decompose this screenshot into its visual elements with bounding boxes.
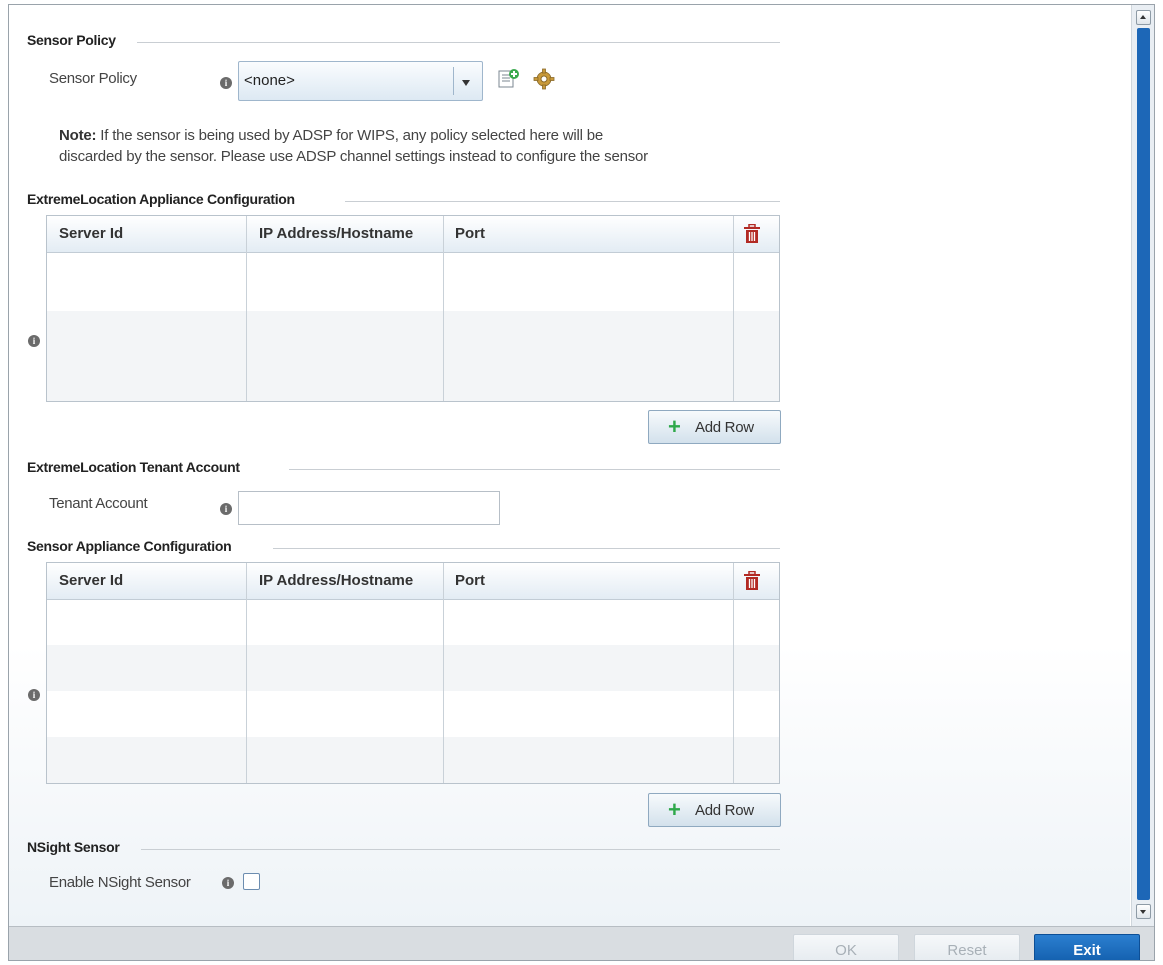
trash-icon[interactable] (743, 571, 761, 591)
config-panel: Sensor Policy Sensor Policy i <none> Not… (8, 4, 1155, 961)
table-row[interactable] (47, 311, 779, 356)
plus-icon: + (668, 797, 681, 822)
section-title-tenant-account: ExtremeLocation Tenant Account (27, 459, 240, 475)
trash-icon[interactable] (743, 224, 761, 244)
info-icon: i (220, 503, 232, 515)
gear-icon[interactable] (533, 68, 555, 90)
info-icon: i (220, 77, 232, 89)
sensor-appliance-server-table: Server Id IP Address/Hostname Port (46, 562, 780, 784)
column-divider (733, 563, 734, 783)
column-divider (443, 216, 444, 401)
column-header-port[interactable]: Port (443, 563, 733, 599)
table-row[interactable] (47, 356, 779, 401)
column-header-ip-address[interactable]: IP Address/Hostname (247, 563, 443, 599)
info-icon: i (28, 689, 40, 701)
table-header: Server Id IP Address/Hostname Port (47, 216, 779, 253)
table-row[interactable] (47, 253, 779, 311)
section-divider (289, 469, 780, 470)
column-header-port[interactable]: Port (443, 216, 733, 252)
select-divider (453, 67, 454, 95)
column-header-server-id[interactable]: Server Id (47, 563, 246, 599)
note-prefix: Note: (59, 127, 97, 144)
sensor-policy-label: Sensor Policy (49, 70, 137, 87)
column-divider (246, 216, 247, 401)
column-divider (733, 216, 734, 401)
reset-button[interactable]: Reset (914, 934, 1020, 960)
add-row-button[interactable]: + Add Row (648, 410, 781, 444)
note-line-2: discarded by the sensor. Please use ADSP… (59, 148, 648, 165)
info-icon: i (28, 335, 40, 347)
info-icon: i (222, 877, 234, 889)
section-title-extremelocation-config: ExtremeLocation Appliance Configuration (27, 191, 295, 207)
table-header: Server Id IP Address/Hostname Port (47, 563, 779, 600)
section-title-sensor-appliance-config: Sensor Appliance Configuration (27, 538, 232, 554)
add-row-button[interactable]: + Add Row (648, 793, 781, 827)
extremelocation-server-table: Server Id IP Address/Hostname Port (46, 215, 780, 402)
column-header-server-id[interactable]: Server Id (47, 216, 246, 252)
scrollbar-thumb[interactable] (1137, 28, 1150, 900)
section-divider (345, 201, 780, 202)
section-title-sensor-policy: Sensor Policy (27, 32, 116, 48)
table-row[interactable] (47, 645, 779, 691)
sensor-policy-selected-value: <none> (244, 72, 295, 89)
content-area: Sensor Policy Sensor Policy i <none> Not… (9, 5, 1130, 926)
section-title-nsight-sensor: NSight Sensor (27, 839, 120, 855)
enable-nsight-checkbox[interactable] (243, 873, 260, 890)
column-divider (246, 563, 247, 783)
column-divider (443, 563, 444, 783)
section-divider (137, 42, 780, 43)
ok-button[interactable]: OK (793, 934, 899, 960)
table-row[interactable] (47, 600, 779, 645)
column-header-ip-address[interactable]: IP Address/Hostname (247, 216, 443, 252)
chevron-down-icon[interactable] (462, 80, 470, 86)
sensor-note: Note: If the sensor is being used by ADS… (59, 125, 648, 167)
footer-bar: OK Reset Exit (9, 926, 1154, 960)
create-policy-icon[interactable] (498, 68, 520, 90)
table-row[interactable] (47, 691, 779, 737)
tenant-account-label: Tenant Account (49, 495, 148, 512)
exit-button[interactable]: Exit (1034, 934, 1140, 960)
sensor-policy-select[interactable]: <none> (238, 61, 483, 101)
add-row-label: Add Row (695, 802, 754, 819)
add-row-label: Add Row (695, 419, 754, 436)
section-divider (273, 548, 780, 549)
enable-nsight-label: Enable NSight Sensor (49, 874, 191, 891)
vertical-scrollbar[interactable] (1131, 5, 1154, 926)
note-line-1: If the sensor is being used by ADSP for … (96, 127, 604, 144)
plus-icon: + (668, 414, 681, 439)
table-row[interactable] (47, 737, 779, 783)
scroll-down-button[interactable] (1136, 904, 1151, 919)
tenant-account-input[interactable] (238, 491, 500, 525)
scroll-up-button[interactable] (1136, 10, 1151, 25)
section-divider (141, 849, 780, 850)
